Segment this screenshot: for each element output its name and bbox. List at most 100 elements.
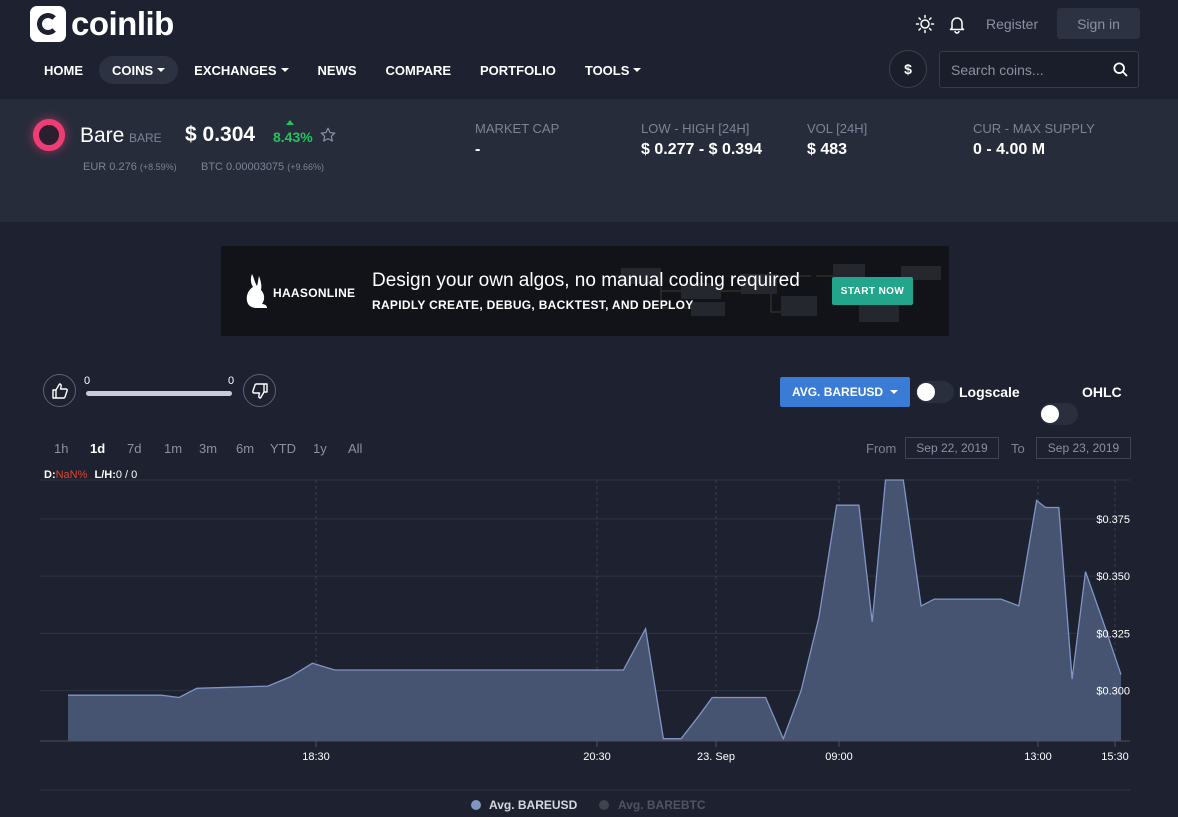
chevron-down-icon bbox=[633, 68, 642, 72]
legend-label-avg-barebtc[interactable]: Avg. BAREBTC bbox=[618, 798, 706, 812]
x-tick-label: 13:00 bbox=[1024, 751, 1052, 763]
coin-change-percent: 8.43% bbox=[273, 129, 313, 145]
nav-item-news[interactable]: NEWS bbox=[305, 56, 370, 84]
logscale-toggle[interactable] bbox=[916, 381, 954, 403]
search-icon[interactable] bbox=[1113, 62, 1128, 77]
nav-item-label: PORTFOLIO bbox=[480, 62, 556, 78]
btc-change: (+9.66%) bbox=[287, 162, 325, 172]
stat-label: MARKET CAP bbox=[475, 121, 560, 136]
sign-in-button[interactable]: Sign in bbox=[1057, 8, 1140, 39]
stat-market-cap: MARKET CAP - bbox=[475, 121, 559, 159]
stat-volume: VOL [24H] $ 483 bbox=[807, 121, 867, 159]
banner-brand: HAASONLINE bbox=[273, 286, 356, 300]
theme-toggle-sun-icon[interactable] bbox=[914, 13, 936, 35]
thumbs-down-icon bbox=[251, 382, 268, 399]
x-tick-label: 23. Sep bbox=[697, 751, 735, 763]
x-tick-label: 15:30 bbox=[1101, 751, 1129, 763]
nav-item-label: TOOLS bbox=[584, 62, 630, 78]
coin-symbol: BARE bbox=[129, 131, 162, 145]
range-button-1d[interactable]: 1d bbox=[90, 441, 105, 456]
pair-dropdown-label: AVG. BAREUSD bbox=[791, 385, 884, 399]
nav-item-label: EXCHANGES bbox=[194, 62, 277, 78]
nav-item-coins[interactable]: COINS bbox=[99, 56, 179, 84]
coin-price: $ 0.304 bbox=[185, 123, 256, 146]
nav-item-label: HOME bbox=[44, 62, 83, 78]
stat-value: $ 483 bbox=[807, 141, 848, 158]
x-tick-label: 09:00 bbox=[825, 751, 853, 763]
stat-label: LOW - HIGH [24H] bbox=[641, 121, 750, 136]
ohlc-label: OHLC bbox=[1082, 384, 1122, 400]
watchlist-star-icon[interactable] bbox=[320, 127, 336, 148]
vote-down-button[interactable] bbox=[243, 374, 276, 407]
range-button-1h[interactable]: 1h bbox=[54, 441, 68, 456]
range-button-all[interactable]: All bbox=[348, 441, 362, 456]
range-button-7d[interactable]: 7d bbox=[127, 441, 141, 456]
stat-supply: CUR - MAX SUPPLY 0 - 4.00 M bbox=[973, 121, 1095, 159]
eur-price: EUR 0.276 bbox=[83, 161, 137, 173]
to-date-input[interactable]: Sep 23, 2019 bbox=[1036, 437, 1131, 459]
btc-price: BTC 0.00003075 bbox=[201, 161, 285, 173]
eur-change: (+8.59%) bbox=[139, 162, 177, 172]
range-button-6m[interactable]: 6m bbox=[236, 441, 254, 456]
ad-banner[interactable]: HAASONLINE Design your own algos, no man… bbox=[221, 246, 949, 336]
from-label: From bbox=[866, 441, 897, 456]
chevron-down-icon bbox=[890, 390, 899, 394]
coin-info-panel bbox=[0, 99, 1178, 222]
y-tick-label: $0.325 bbox=[1096, 628, 1130, 640]
range-button-ytd[interactable]: YTD bbox=[270, 441, 296, 456]
main-nav: HOME COINS EXCHANGES NEWS COMPARE PORTFOLIO TO… bbox=[31, 56, 657, 84]
range-button-1m[interactable]: 1m bbox=[164, 441, 182, 456]
ohlc-toggle[interactable] bbox=[1040, 403, 1078, 425]
register-link[interactable]: Register bbox=[986, 16, 1038, 32]
stat-value: - bbox=[475, 141, 481, 158]
pair-dropdown[interactable]: AVG. BAREUSD bbox=[780, 377, 910, 407]
banner-headline: Design your own algos, no manual coding … bbox=[372, 270, 800, 291]
coinlib-logo-icon bbox=[30, 6, 66, 42]
currency-selector-button[interactable]: $ bbox=[889, 50, 927, 88]
nav-item-exchanges[interactable]: EXCHANGES bbox=[181, 56, 301, 84]
nav-item-compare[interactable]: COMPARE bbox=[373, 56, 464, 84]
nav-item-home[interactable]: HOME bbox=[31, 56, 96, 84]
y-tick-label: $0.375 bbox=[1096, 514, 1130, 526]
brand-name: coinlib bbox=[71, 5, 174, 42]
x-tick-label: 20:30 bbox=[583, 751, 611, 763]
chevron-down-icon bbox=[280, 68, 289, 72]
y-tick-label: $0.300 bbox=[1096, 686, 1130, 698]
logscale-label: Logscale bbox=[959, 384, 1020, 400]
nav-item-label: COMPARE bbox=[385, 62, 452, 78]
range-button-3m[interactable]: 3m bbox=[199, 441, 217, 456]
stat-value: $ 0.277 - $ 0.394 bbox=[641, 141, 762, 158]
vote-down-count: 0 bbox=[228, 375, 235, 387]
coin-name: Bare bbox=[80, 124, 125, 147]
legend-label-avg-bareusd[interactable]: Avg. BAREUSD bbox=[489, 798, 578, 812]
rabbit-logo-icon bbox=[246, 274, 267, 308]
legend-marker-avg-barebtc[interactable] bbox=[599, 800, 609, 810]
nav-item-portfolio[interactable]: PORTFOLIO bbox=[467, 56, 569, 84]
vote-up-count: 0 bbox=[84, 375, 91, 387]
stat-value: 0 - 4.00 M bbox=[973, 141, 1046, 158]
y-tick-label: $0.350 bbox=[1096, 571, 1130, 583]
notifications-bell-icon[interactable] bbox=[946, 13, 968, 35]
stat-label: CUR - MAX SUPPLY bbox=[973, 121, 1095, 136]
legend-marker-avg-bareusd[interactable] bbox=[471, 800, 481, 810]
nav-item-label: NEWS bbox=[317, 62, 357, 78]
chevron-down-icon bbox=[157, 68, 166, 72]
vote-up-button[interactable] bbox=[43, 374, 76, 407]
banner-subline: RAPIDLY CREATE, DEBUG, BACKTEST, AND DEP… bbox=[372, 298, 694, 312]
search-input[interactable] bbox=[940, 52, 1110, 87]
change-up-arrow-icon bbox=[286, 120, 294, 125]
from-date-input[interactable]: Sep 22, 2019 bbox=[905, 437, 999, 459]
banner-start-now-button[interactable]: START NOW bbox=[832, 277, 913, 305]
price-chart[interactable]: 18:30 20:30 23. Sep 09:00 13:00 15:30 $0.300 $0… bbox=[0, 470, 1178, 817]
to-label: To bbox=[1011, 441, 1025, 456]
x-tick-label: 18:30 bbox=[302, 751, 330, 763]
nav-item-label: COINS bbox=[112, 62, 154, 78]
range-button-1y[interactable]: 1y bbox=[313, 441, 327, 456]
vote-ratio-bar bbox=[86, 391, 232, 396]
stat-low-high: LOW - HIGH [24H] $ 0.277 - $ 0.394 bbox=[641, 121, 762, 159]
stat-label: VOL [24H] bbox=[807, 121, 868, 136]
coinlib-logo[interactable]: coinlib bbox=[30, 5, 174, 42]
nav-item-tools[interactable]: TOOLS bbox=[572, 56, 655, 84]
coin-logo-icon bbox=[33, 119, 65, 151]
eur-price-line: EUR 0.276 (+8.59%) bbox=[83, 161, 177, 173]
